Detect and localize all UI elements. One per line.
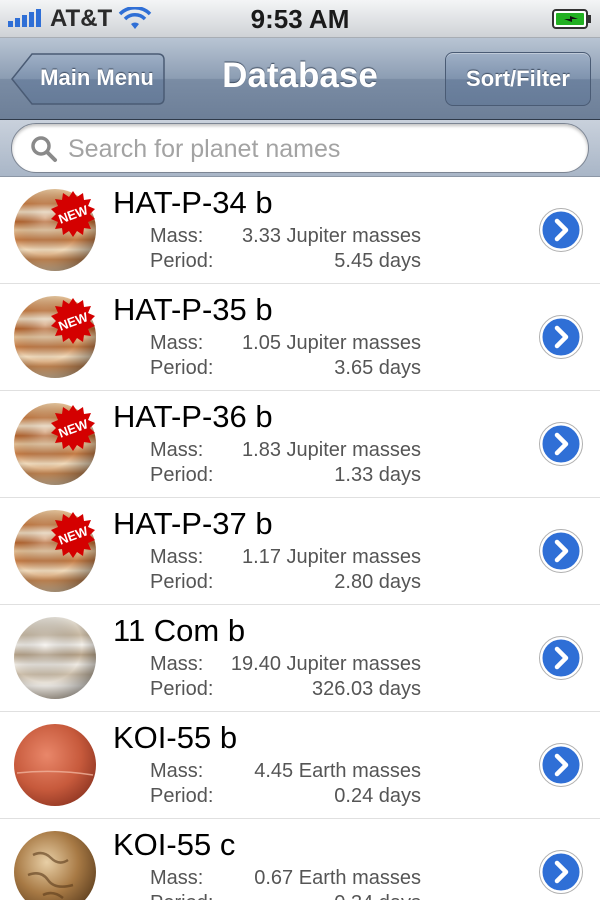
detail-disclosure-icon[interactable] bbox=[539, 636, 583, 680]
detail-disclosure-icon[interactable] bbox=[539, 743, 583, 787]
mass-label: Mass: bbox=[150, 546, 204, 568]
mass-label: Mass: bbox=[150, 225, 204, 247]
search-field[interactable] bbox=[11, 123, 589, 173]
period-value: 1.33 days bbox=[334, 464, 421, 486]
planet-list[interactable]: NEW HAT-P-34 b Mass: 3.33 Jupiter masses… bbox=[0, 177, 600, 900]
period-label: Period: bbox=[150, 571, 214, 593]
period-label: Period: bbox=[150, 785, 214, 807]
planet-name: 11 Com b bbox=[113, 613, 246, 648]
detail-disclosure-icon[interactable] bbox=[539, 529, 583, 573]
planet-row-hat-p-36-b[interactable]: NEW HAT-P-36 b Mass: 1.83 Jupiter masses… bbox=[0, 391, 600, 498]
period-value: 0.34 days bbox=[334, 892, 421, 900]
main-menu-back-button[interactable]: Main Menu bbox=[10, 52, 166, 106]
battery-charging-icon bbox=[552, 9, 591, 29]
status-time: 9:53 AM bbox=[250, 4, 350, 34]
planet-row-koi-55-b[interactable]: KOI-55 b Mass: 4.45 Earth masses Period:… bbox=[0, 712, 600, 819]
mass-label: Mass: bbox=[150, 760, 204, 782]
mass-value: 1.17 Jupiter masses bbox=[242, 546, 421, 568]
search-bar bbox=[0, 120, 600, 177]
planet-name: HAT-P-35 b bbox=[113, 292, 273, 327]
planet-row-11-com-b[interactable]: 11 Com b Mass: 19.40 Jupiter masses Peri… bbox=[0, 605, 600, 712]
red-planet-icon bbox=[14, 724, 96, 806]
period-label: Period: bbox=[150, 250, 214, 272]
planet-row-hat-p-37-b[interactable]: NEW HAT-P-37 b Mass: 1.17 Jupiter masses… bbox=[0, 498, 600, 605]
status-bar: AT&T 9:53 AM bbox=[0, 0, 600, 38]
page-title: Database bbox=[222, 56, 378, 95]
mass-value: 3.33 Jupiter masses bbox=[242, 225, 421, 247]
new-badge-icon: NEW bbox=[51, 298, 95, 344]
planet-name: KOI-55 b bbox=[113, 720, 238, 755]
mass-value: 19.40 Jupiter masses bbox=[230, 653, 421, 675]
period-label: Period: bbox=[150, 357, 214, 379]
detail-disclosure-icon[interactable] bbox=[539, 315, 583, 359]
period-label: Period: bbox=[150, 892, 213, 900]
period-label: Period: bbox=[150, 678, 214, 700]
detail-disclosure-icon[interactable] bbox=[539, 422, 583, 466]
back-button-label: Main Menu bbox=[40, 65, 154, 90]
planet-row-koi-55-c[interactable]: KOI-55 c Mass: 0.67 Earth masses Period:… bbox=[0, 819, 600, 900]
period-value: 3.65 days bbox=[334, 357, 421, 379]
detail-disclosure-icon[interactable] bbox=[539, 208, 583, 252]
mass-label: Mass: bbox=[150, 867, 204, 889]
new-badge-icon: NEW bbox=[51, 191, 95, 237]
planet-name: HAT-P-34 b bbox=[113, 185, 273, 220]
detail-disclosure-icon[interactable] bbox=[539, 850, 583, 894]
pale-gas-giant-icon bbox=[14, 617, 96, 699]
mass-value: 0.67 Earth masses bbox=[254, 867, 421, 889]
period-value: 0.24 days bbox=[334, 785, 421, 807]
period-value: 2.80 days bbox=[334, 571, 421, 593]
mass-label: Mass: bbox=[150, 439, 204, 461]
mass-value: 4.45 Earth masses bbox=[254, 760, 421, 782]
planet-name: HAT-P-36 b bbox=[113, 399, 273, 434]
period-value: 5.45 days bbox=[334, 250, 421, 272]
sort-filter-button[interactable]: Sort/Filter bbox=[445, 52, 591, 106]
mass-value: 1.83 Jupiter masses bbox=[242, 439, 421, 461]
new-badge-icon: NEW bbox=[51, 405, 95, 451]
search-input[interactable] bbox=[68, 132, 568, 166]
period-label: Period: bbox=[150, 464, 214, 486]
planet-name: HAT-P-37 b bbox=[113, 506, 273, 541]
navigation-bar: Main Menu Database Sort/Filter bbox=[0, 38, 600, 120]
mass-value: 1.05 Jupiter masses bbox=[242, 332, 421, 354]
planet-name: KOI-55 c bbox=[113, 827, 236, 862]
search-icon bbox=[31, 136, 57, 162]
period-value: 326.03 days bbox=[312, 678, 421, 700]
planet-row-hat-p-35-b[interactable]: NEW HAT-P-35 b Mass: 1.05 Jupiter masses… bbox=[0, 284, 600, 391]
planet-row-hat-p-34-b[interactable]: NEW HAT-P-34 b Mass: 3.33 Jupiter masses… bbox=[0, 177, 600, 284]
rocky-planet-icon bbox=[14, 831, 96, 900]
new-badge-icon: NEW bbox=[51, 512, 95, 558]
mass-label: Mass: bbox=[150, 653, 204, 675]
mass-label: Mass: bbox=[150, 332, 204, 354]
